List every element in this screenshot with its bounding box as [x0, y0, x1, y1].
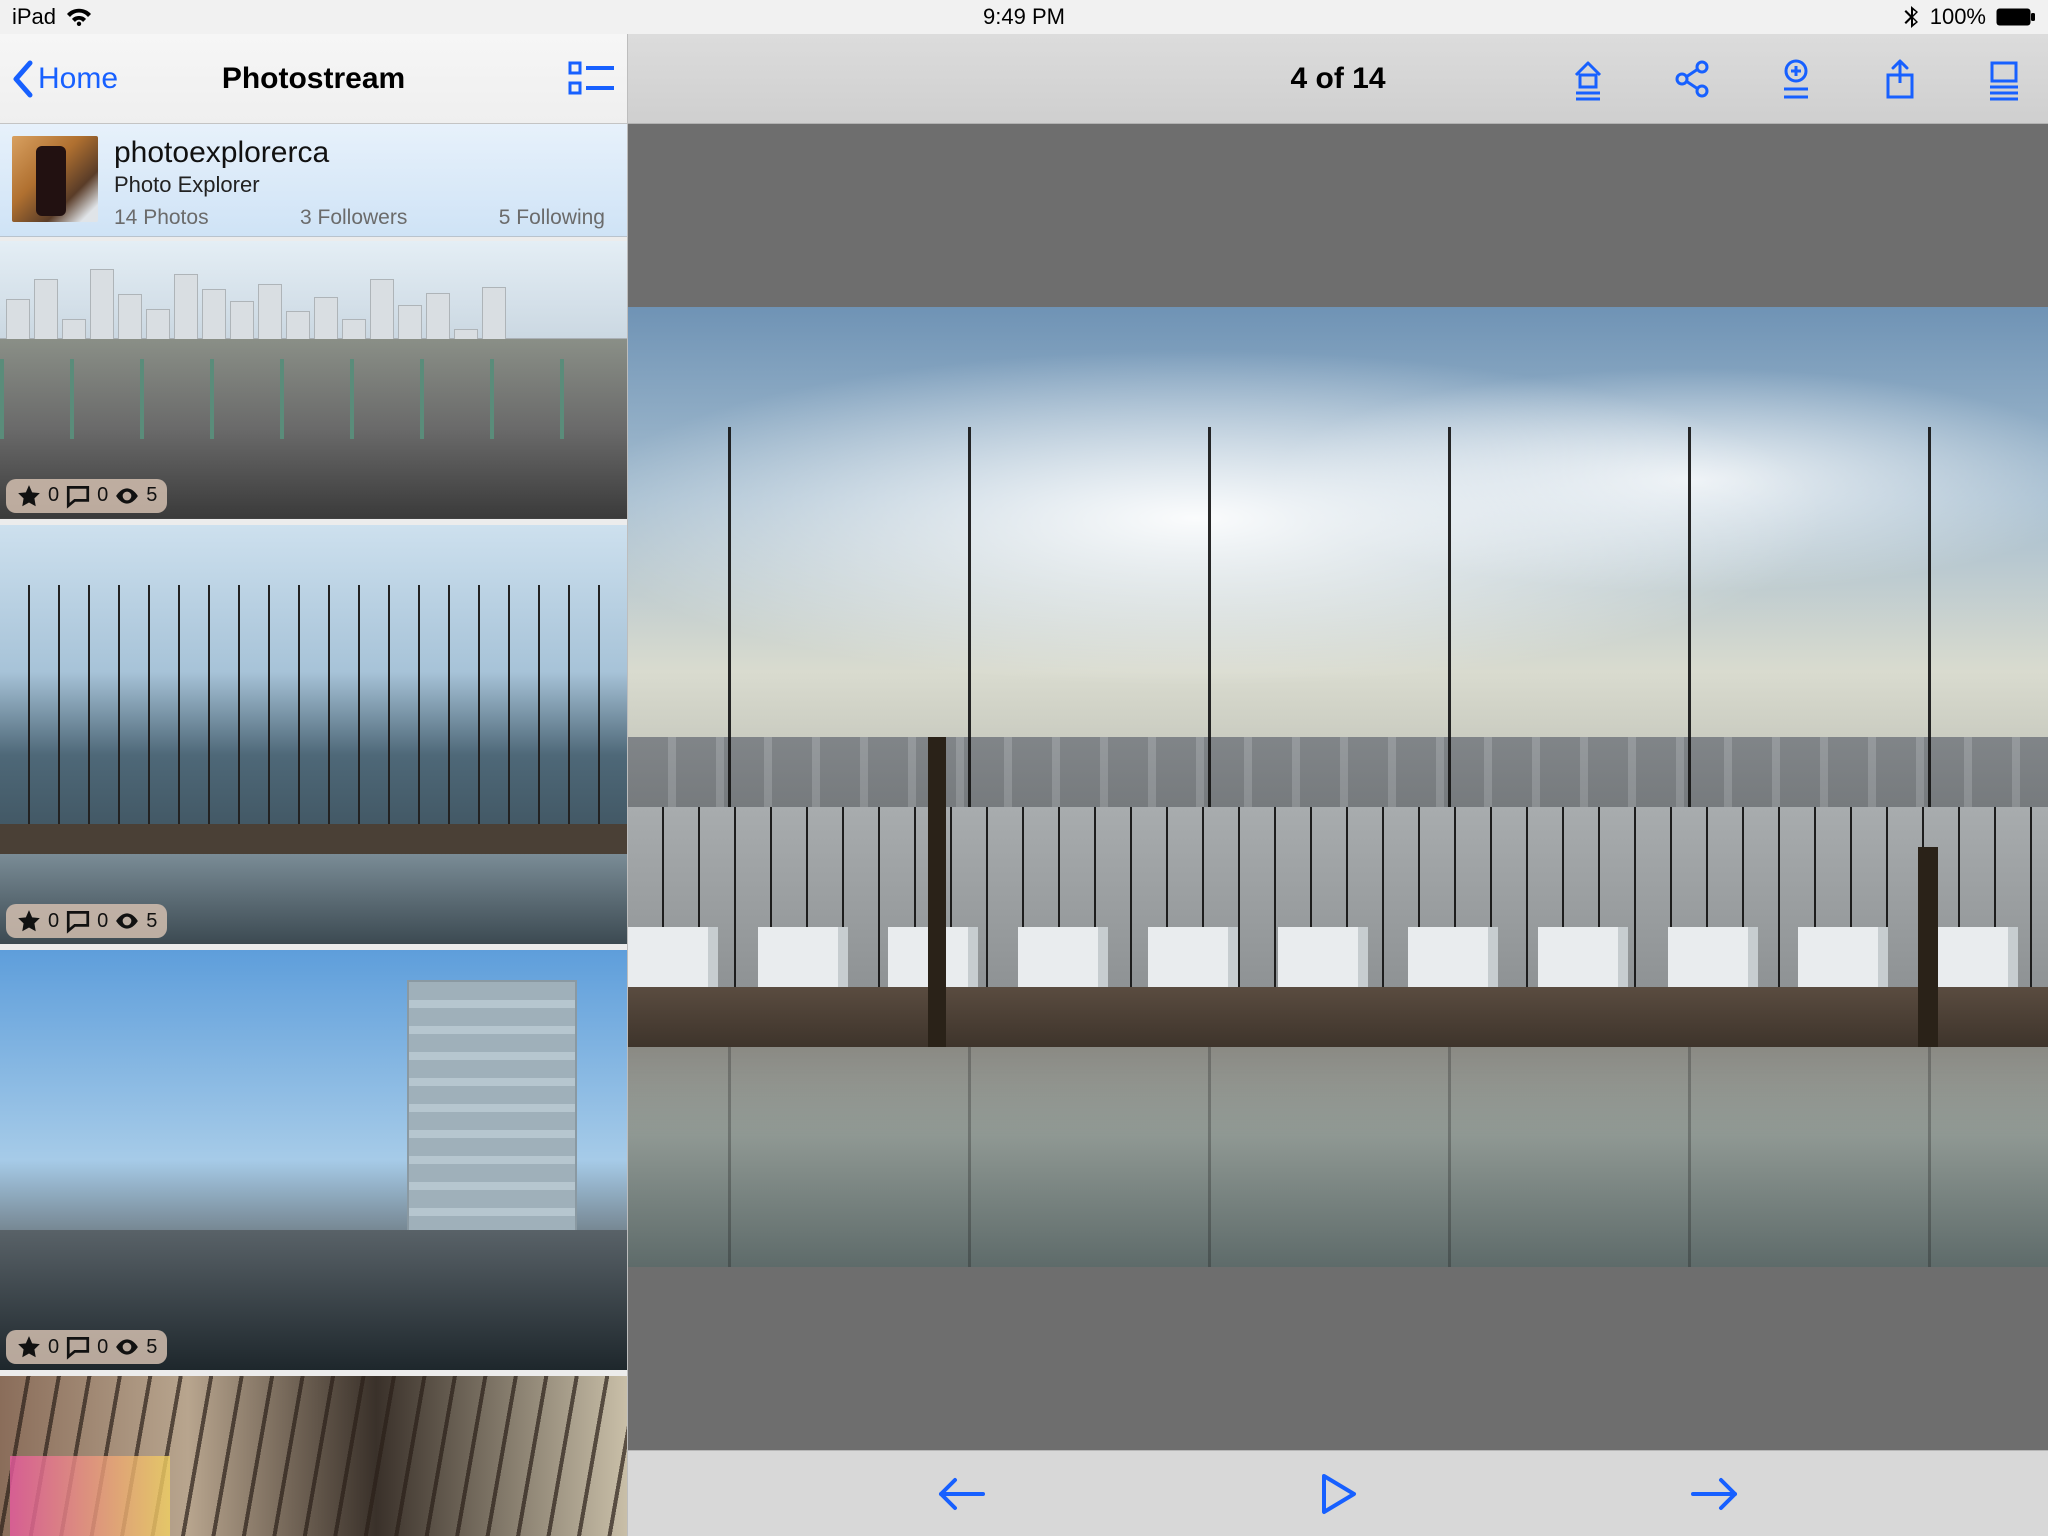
structure-button[interactable]: [1564, 55, 1612, 103]
comment-icon: [65, 483, 91, 509]
stat-comments: 0: [97, 1336, 108, 1359]
sidebar: Home Photostream photoexplorerca Photo E…: [0, 34, 628, 1536]
profile-username: photoexplorerca: [114, 136, 615, 170]
photo-counter: 4 of 14: [1290, 62, 1385, 96]
chevron-left-icon: [10, 59, 36, 99]
avatar: [12, 136, 98, 222]
list-item[interactable]: 0 0 5: [0, 950, 627, 1370]
stat-stars: 0: [48, 484, 59, 507]
detail-panel: 4 of 14: [628, 34, 2048, 1536]
thumbnail-list[interactable]: 0 0 5 0 0 5: [0, 237, 627, 1536]
star-icon: [16, 1334, 42, 1360]
add-to-stack-button[interactable]: [1772, 55, 1820, 103]
battery-percent: 100%: [1930, 4, 1986, 30]
slideshow-button[interactable]: [1980, 55, 2028, 103]
plus-circle-stack-icon: [1774, 57, 1818, 101]
action-share-button[interactable]: [1876, 55, 1924, 103]
stat-views: 5: [146, 1336, 157, 1359]
eye-icon: [114, 1334, 140, 1360]
profile-photos-count[interactable]: 14 Photos: [114, 206, 209, 230]
playback-toolbar: [628, 1450, 2048, 1536]
play-button[interactable]: [1310, 1466, 1366, 1522]
arrow-left-icon: [937, 1476, 987, 1512]
stat-views: 5: [146, 484, 157, 507]
stat-comments: 0: [97, 484, 108, 507]
house-stack-icon: [1566, 57, 1610, 101]
previous-button[interactable]: [934, 1466, 990, 1522]
share-network-button[interactable]: [1668, 55, 1716, 103]
photo-display: [628, 307, 2048, 1267]
share-sheet-icon: [1878, 57, 1922, 101]
stat-views: 5: [146, 910, 157, 933]
back-label: Home: [38, 62, 118, 96]
stat-comments: 0: [97, 910, 108, 933]
stat-stars: 0: [48, 1336, 59, 1359]
comment-icon: [65, 908, 91, 934]
thumb-stats: 0 0 5: [6, 1330, 167, 1364]
list-item[interactable]: 0 0 5: [0, 241, 627, 519]
eye-icon: [114, 483, 140, 509]
profile-followers-count[interactable]: 3 Followers: [300, 206, 407, 230]
comment-icon: [65, 1334, 91, 1360]
play-icon: [1318, 1472, 1358, 1516]
arrow-right-icon: [1689, 1476, 1739, 1512]
status-bar: iPad 9:49 PM 100%: [0, 0, 2048, 34]
sidebar-nav: Home Photostream: [0, 34, 627, 124]
next-button[interactable]: [1686, 1466, 1742, 1522]
profile-displayname: Photo Explorer: [114, 172, 615, 198]
thumb-stats: 0 0 5: [6, 904, 167, 938]
detail-nav: 4 of 14: [628, 34, 2048, 124]
thumb-stats: 0 0 5: [6, 479, 167, 513]
list-item[interactable]: 0 0 5: [0, 525, 627, 945]
stat-stars: 0: [48, 910, 59, 933]
sidebar-title: Photostream: [222, 62, 405, 96]
wifi-icon: [66, 7, 92, 27]
device-label: iPad: [12, 4, 56, 30]
list-item[interactable]: [0, 1376, 627, 1536]
photo-canvas[interactable]: [628, 124, 2048, 1450]
list-layout-toggle-button[interactable]: [567, 54, 617, 104]
bluetooth-icon: [1904, 5, 1920, 29]
star-icon: [16, 483, 42, 509]
slideshow-stack-icon: [1982, 57, 2026, 101]
back-button[interactable]: Home: [10, 59, 118, 99]
status-time: 9:49 PM: [983, 4, 1065, 30]
profile-following-count[interactable]: 5 Following: [499, 206, 605, 230]
share-network-icon: [1670, 57, 1714, 101]
list-layout-icon: [568, 59, 616, 99]
eye-icon: [114, 908, 140, 934]
star-icon: [16, 908, 42, 934]
battery-icon: [1996, 8, 2036, 26]
profile-header[interactable]: photoexplorerca Photo Explorer 14 Photos…: [0, 124, 627, 237]
